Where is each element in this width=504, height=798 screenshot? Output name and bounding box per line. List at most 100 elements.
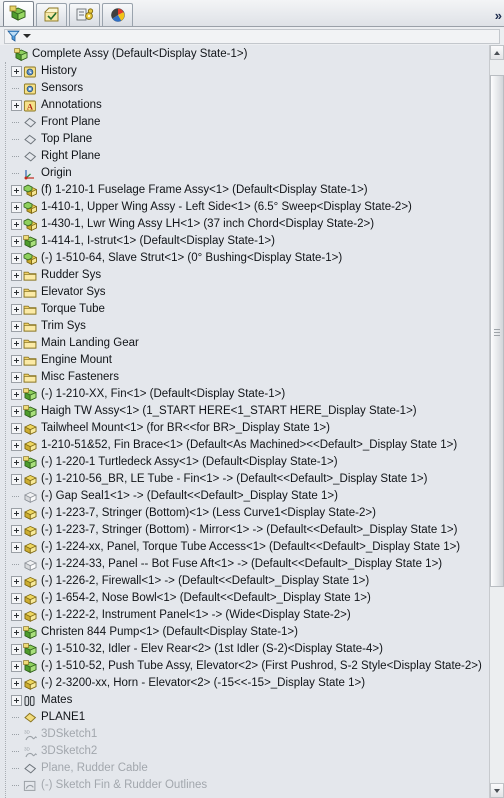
tree-item[interactable]: (-) 1-210-56_BR, LE Tube - Fin<1> -> (De… <box>0 471 489 488</box>
expand-plus-icon[interactable] <box>11 66 22 77</box>
scrollbar-thumb[interactable] <box>490 75 504 588</box>
tree-item-label: (-) 1-222-2, Instrument Panel<1> -> (Wid… <box>41 609 351 621</box>
tree-item[interactable]: 1-414-1, I-strut<1> (Default<Display Sta… <box>0 233 489 250</box>
tree-item[interactable]: Misc Fasteners <box>0 369 489 386</box>
vertical-scrollbar[interactable] <box>489 45 504 798</box>
tree-item-label: Tailwheel Mount<1> (for BR<<for BR>_Disp… <box>41 422 330 434</box>
expand-plus-icon[interactable] <box>11 576 22 587</box>
display-manager-tab[interactable] <box>102 3 133 26</box>
tree-item[interactable]: (-) 1-224-33, Panel -- Bot Fuse Aft<1> -… <box>0 556 489 573</box>
design-tree-scroll-area[interactable]: Complete Assy (Default<Display State-1>)… <box>0 45 504 798</box>
expand-plus-icon[interactable] <box>11 457 22 468</box>
tree-item[interactable]: PLANE1 <box>0 709 489 726</box>
tree-item[interactable]: 1-210-51&52, Fin Brace<1> (Default<As Ma… <box>0 437 489 454</box>
expand-plus-icon[interactable] <box>11 321 22 332</box>
expand-plus-icon[interactable] <box>11 644 22 655</box>
scroll-down-button[interactable] <box>490 783 504 798</box>
tree-item[interactable]: Haigh TW Assy<1> (1_START HERE<1_START H… <box>0 403 489 420</box>
tree-item[interactable]: (-) 2-3200-xx, Horn - Elevator<2> (-15<<… <box>0 675 489 692</box>
tree-item[interactable]: (-) 1-510-32, Idler - Elev Rear<2> (1st … <box>0 641 489 658</box>
tree-item[interactable]: Right Plane <box>0 148 489 165</box>
expand-plus-icon[interactable] <box>11 627 22 638</box>
expand-plus-icon[interactable] <box>11 406 22 417</box>
tree-item[interactable]: (-) Gap Seal1<1> -> (Default<<Default>_D… <box>0 488 489 505</box>
tree-item[interactable]: Sensors <box>0 80 489 97</box>
tree-item[interactable]: (-) 1-223-7, Stringer (Bottom) - Mirror<… <box>0 522 489 539</box>
expand-plus-icon[interactable] <box>11 525 22 536</box>
expand-plus-icon[interactable] <box>11 355 22 366</box>
tree-item[interactable]: Trim Sys <box>0 318 489 335</box>
tree-item[interactable]: A Annotations <box>0 97 489 114</box>
tree-item[interactable]: 1-430-1, Lwr Wing Assy LH<1> (37 inch Ch… <box>0 216 489 233</box>
property-manager-tab[interactable] <box>36 3 67 26</box>
expand-plus-icon[interactable] <box>11 372 22 383</box>
expand-plus-icon[interactable] <box>11 440 22 451</box>
design-tree[interactable]: Complete Assy (Default<Display State-1>)… <box>0 45 489 798</box>
expand-plus-icon[interactable] <box>11 593 22 604</box>
tree-item[interactable]: (-) 1-224-xx, Panel, Torque Tube Access<… <box>0 539 489 556</box>
expand-plus-icon[interactable] <box>11 542 22 553</box>
tree-item[interactable]: (-) 1-210-XX, Fin<1> (Default<Display St… <box>0 386 489 403</box>
tree-item[interactable]: History <box>0 63 489 80</box>
expand-plus-icon[interactable] <box>11 100 22 111</box>
tree-item[interactable]: Tailwheel Mount<1> (for BR<<for BR>_Disp… <box>0 420 489 437</box>
tree-item[interactable]: Rudder Sys <box>0 267 489 284</box>
expand-plus-icon[interactable] <box>11 610 22 621</box>
tree-item-label: 3DSketch1 <box>41 728 98 740</box>
tree-item-label: (-) 1-223-7, Stringer (Bottom) - Mirror<… <box>41 524 458 536</box>
tree-item[interactable]: Main Landing Gear <box>0 335 489 352</box>
filter-dropdown-caret-icon[interactable] <box>23 34 31 38</box>
tree-item[interactable]: (-) 1-223-7, Stringer (Bottom)<1> (Less … <box>0 505 489 522</box>
tree-item[interactable]: Christen 844 Pump<1> (Default<Display St… <box>0 624 489 641</box>
expand-plus-icon[interactable] <box>11 474 22 485</box>
scroll-up-button[interactable] <box>490 45 504 60</box>
tree-item[interactable]: (-) 1-222-2, Instrument Panel<1> -> (Wid… <box>0 607 489 624</box>
tree-item[interactable]: (f) 1-210-1 Fuselage Frame Assy<1> (Defa… <box>0 182 489 199</box>
tree-item-label: (-) 1-223-7, Stringer (Bottom)<1> (Less … <box>41 507 376 519</box>
feature-manager-tab[interactable] <box>3 1 34 26</box>
tree-item[interactable]: Engine Mount <box>0 352 489 369</box>
tree-item[interactable]: (-) 1-226-2, Firewall<1> -> (Default<<De… <box>0 573 489 590</box>
expand-plus-icon[interactable] <box>11 304 22 315</box>
expand-plus-icon[interactable] <box>11 678 22 689</box>
expand-plus-icon[interactable] <box>11 236 22 247</box>
tree-item[interactable]: Complete Assy (Default<Display State-1>) <box>0 46 489 63</box>
tree-item[interactable]: Mates <box>0 692 489 709</box>
expand-plus-icon[interactable] <box>11 202 22 213</box>
expand-plus-icon[interactable] <box>11 423 22 434</box>
tree-item[interactable]: 1-410-1, Upper Wing Assy - Left Side<1> … <box>0 199 489 216</box>
tree-item-label: Origin <box>41 167 72 179</box>
assembly-icon <box>23 387 38 402</box>
tree-item[interactable]: 3D 3DSketch1 <box>0 726 489 743</box>
tree-item-label: (-) 1-220-1 Turtledeck Assy<1> (Default<… <box>41 456 338 468</box>
tree-item[interactable]: (-) 1-654-2, Nose Bowl<1> (Default<<Defa… <box>0 590 489 607</box>
tree-item[interactable]: Torque Tube <box>0 301 489 318</box>
expand-plus-icon[interactable] <box>11 389 22 400</box>
tree-item-label: Rudder Sys <box>41 269 102 281</box>
tree-item[interactable]: Plane, Rudder Cable <box>0 760 489 777</box>
tree-item[interactable]: (-) 1-510-64, Slave Strut<1> (0° Bushing… <box>0 250 489 267</box>
property-manager-icon <box>44 7 58 22</box>
tree-item[interactable]: Origin <box>0 165 489 182</box>
tree-item[interactable]: Top Plane <box>0 131 489 148</box>
expand-plus-icon[interactable] <box>11 508 22 519</box>
configuration-manager-tab[interactable] <box>69 3 100 26</box>
expand-plus-icon[interactable] <box>11 695 22 706</box>
expand-plus-icon[interactable] <box>11 287 22 298</box>
tree-filter-input[interactable] <box>4 28 500 44</box>
tree-item[interactable]: 3D 3DSketch2 <box>0 743 489 760</box>
tree-item[interactable]: (-) Sketch Fin & Rudder Outlines <box>0 777 489 794</box>
expand-panel-chevron-icon[interactable]: » <box>495 9 502 22</box>
tree-item[interactable]: Front Plane <box>0 114 489 131</box>
expand-plus-icon[interactable] <box>11 253 22 264</box>
expand-plus-icon[interactable] <box>11 185 22 196</box>
expand-plus-icon[interactable] <box>11 270 22 281</box>
tree-item[interactable]: (-) 1-510-52, Push Tube Assy, Elevator<2… <box>0 658 489 675</box>
tree-branch-icon <box>11 729 22 740</box>
expand-plus-icon[interactable] <box>11 219 22 230</box>
history-icon <box>23 65 38 79</box>
tree-item[interactable]: Elevator Sys <box>0 284 489 301</box>
expand-plus-icon[interactable] <box>11 338 22 349</box>
expand-plus-icon[interactable] <box>11 661 22 672</box>
tree-item[interactable]: (-) 1-220-1 Turtledeck Assy<1> (Default<… <box>0 454 489 471</box>
